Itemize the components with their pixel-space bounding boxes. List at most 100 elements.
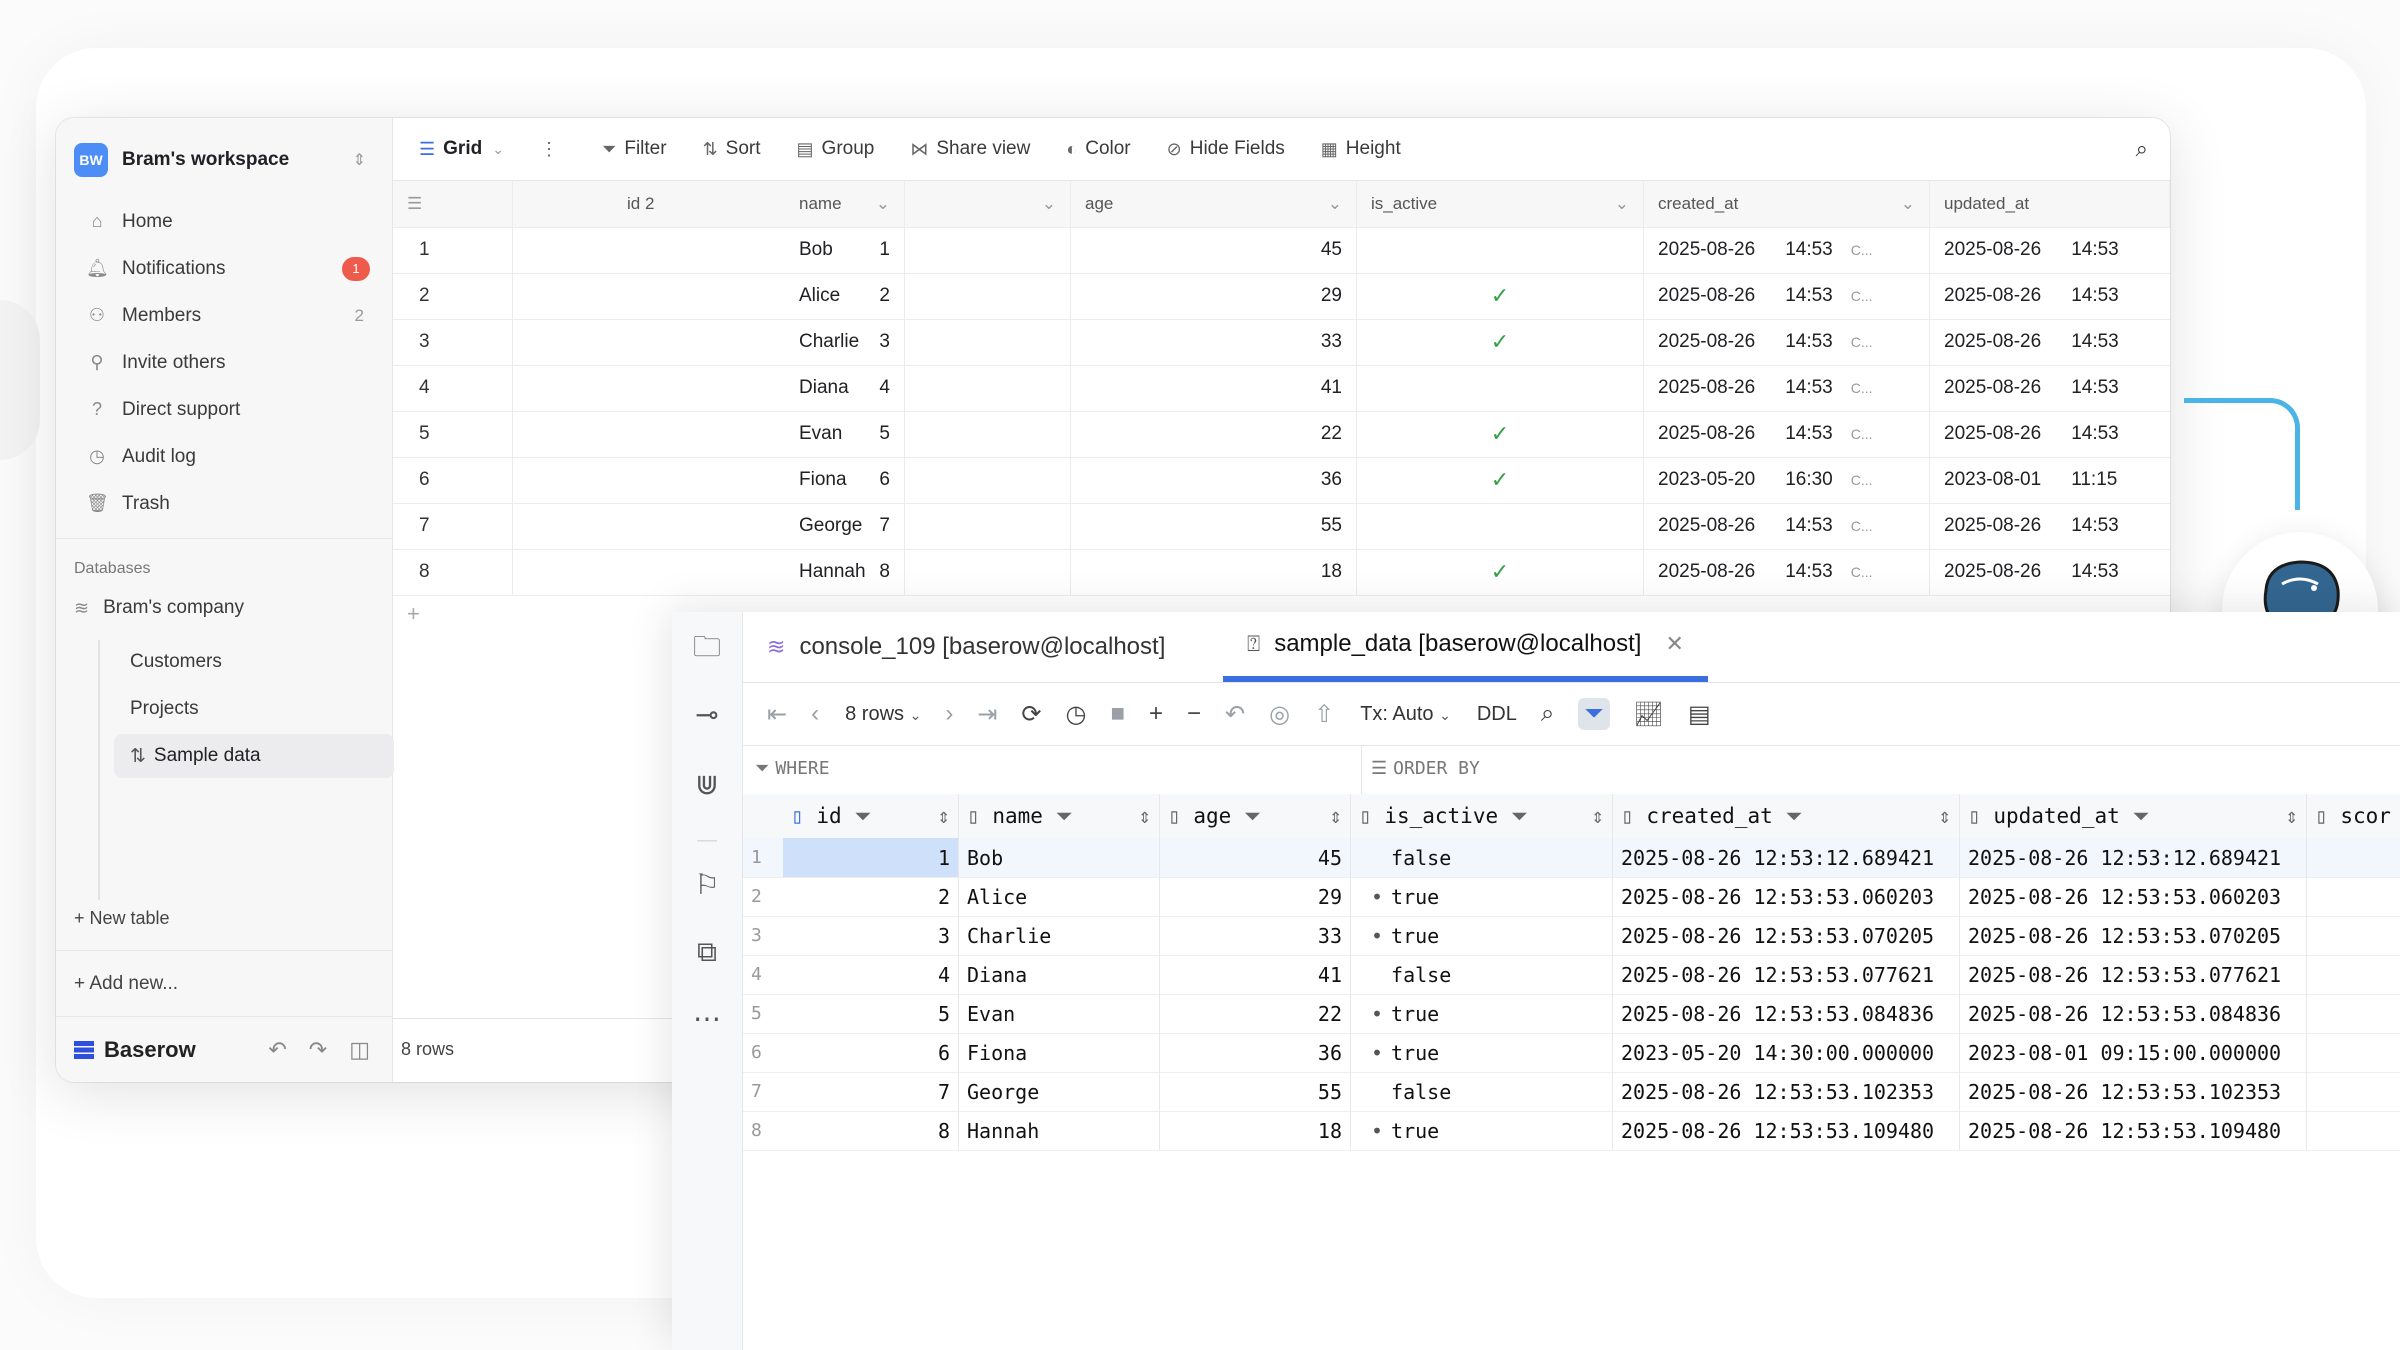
cell-created-at[interactable]: 2025-08-26 14:53 C...	[1644, 227, 1930, 273]
cell-updated-at[interactable]: 2025-08-26 14:53	[1930, 227, 2170, 273]
where-filter[interactable]: ⏷ WHERE	[755, 758, 830, 779]
cell-updated-at[interactable]: 2025-08-26 12:53:53.070205	[1960, 916, 2307, 955]
cell-created-at[interactable]: 2025-08-26 12:53:12.689421	[1613, 838, 1960, 877]
redo-icon[interactable]: ↷	[309, 1037, 327, 1063]
table-row[interactable]: 2 2 Alice 29 • true 2025-08-26 12:53:53.060203…	[743, 877, 2400, 917]
filter-toggle-icon[interactable]: ⏷	[1578, 698, 1610, 730]
cell-name[interactable]: Bob	[959, 838, 1160, 877]
table-row[interactable]: 7 7 George 55 2025-08-26 14:53 C... 2025-08-26 1…	[393, 503, 2170, 550]
cell-is-active[interactable]: •false	[1351, 1072, 1613, 1111]
undo-icon[interactable]: ↶	[268, 1037, 286, 1063]
result-column-created-at[interactable]: ▯ created_at ⏷ ⇕	[1613, 794, 1960, 838]
submit-icon[interactable]: ⇧	[1314, 700, 1334, 729]
cell-is-active[interactable]	[1357, 503, 1644, 549]
search-icon[interactable]: ⌕	[2136, 136, 2148, 162]
cell-updated-at[interactable]: 2025-08-26 14:53	[1930, 273, 2170, 319]
cell-name[interactable]: Bob	[785, 227, 1071, 273]
sort-button[interactable]: ⇅ Sort	[703, 138, 761, 160]
table-row[interactable]: 3 3 Charlie 33 • true 2025-08-26 12:53:53.0702…	[743, 916, 2400, 956]
column-header-created-at[interactable]: created_at ⌄	[1644, 181, 1930, 227]
column-header-name[interactable]: name ⌄	[785, 181, 1071, 227]
hide-fields-button[interactable]: ⊘ Hide Fields	[1167, 138, 1285, 160]
cell-updated-at[interactable]: 2025-08-26 14:53	[1930, 319, 2170, 365]
workspace-switcher[interactable]: BW Bram's workspace ⇕	[74, 130, 374, 190]
table-row[interactable]: 8 8 Hannah 18 ✓ 2025-08-26 14:53 C... 2025-08-26…	[393, 549, 2170, 596]
cell-score[interactable]	[2307, 1111, 2400, 1150]
delete-row-icon[interactable]: −	[1187, 700, 1201, 728]
sidebar-item-audit-log[interactable]: ◷ Audit log	[70, 433, 378, 480]
cell-age[interactable]: 41	[1071, 365, 1357, 411]
cell-created-at[interactable]: 2025-08-26 12:53:53.102353	[1613, 1072, 1960, 1111]
table-row[interactable]: 6 6 Fiona 36 ✓ 2023-05-20 16:30 C... 2023-08-01 1…	[393, 457, 2170, 504]
view-selector[interactable]: ☰ Grid ⌄	[419, 138, 504, 160]
cell-age[interactable]: 18	[1071, 549, 1357, 595]
cell-created-at[interactable]: 2025-08-26 14:53 C...	[1644, 411, 1930, 457]
cell-created-at[interactable]: 2025-08-26 12:53:53.109480	[1613, 1111, 1960, 1150]
refresh-icon[interactable]: ⟳	[1021, 700, 1041, 729]
cell-age[interactable]: 36	[1071, 457, 1357, 503]
cell-updated-at[interactable]: 2025-08-26 12:53:53.102353	[1960, 1072, 2307, 1111]
cell-updated-at[interactable]: 2025-08-26 12:53:53.084836	[1960, 994, 2307, 1033]
cell-created-at[interactable]: 2025-08-26 12:53:53.070205	[1613, 916, 1960, 955]
cell-id[interactable]: 8	[783, 1111, 959, 1150]
table-row[interactable]: 77George55•false2025-08-26 12:53:53.1023…	[743, 1072, 2400, 1112]
cell-name[interactable]: Evan	[785, 411, 1071, 457]
cell-created-at[interactable]: 2025-08-26 14:53 C...	[1644, 273, 1930, 319]
table-row[interactable]: 3 3 Charlie 33 ✓ 2025-08-26 14:53 C... 2025-08-2…	[393, 319, 2170, 366]
last-page-icon[interactable]: ⇥	[977, 700, 997, 729]
sidebar-item-notifications[interactable]: 🔔︎ Notifications 1	[70, 245, 378, 292]
cell-updated-at[interactable]: 2025-08-26 12:53:53.077621	[1960, 955, 2307, 994]
cell-age[interactable]: 33	[1071, 319, 1357, 365]
cell-name[interactable]: Charlie	[959, 916, 1160, 955]
result-column-updated-at[interactable]: ▯ updated_at ⏷ ⇕	[1960, 794, 2307, 838]
cell-name[interactable]: Fiona	[959, 1033, 1160, 1072]
cell-is-active[interactable]: • true	[1351, 877, 1613, 916]
cell-id[interactable]: 1	[783, 838, 959, 877]
table-row[interactable]: 5 5 Evan 22 • true 2025-08-26 12:53:53.084836 2…	[743, 994, 2400, 1034]
sidebar-item-invite[interactable]: ⚲ Invite others	[70, 339, 378, 386]
add-row-icon[interactable]: +	[1149, 700, 1163, 728]
cell-age[interactable]: 55	[1160, 1072, 1351, 1111]
cell-updated-at[interactable]: 2023-08-01 09:15:00.000000	[1960, 1033, 2307, 1072]
cell-name[interactable]: Fiona	[785, 457, 1071, 503]
cell-name[interactable]: Evan	[959, 994, 1160, 1033]
row-height-button[interactable]: ▦ Height	[1321, 138, 1401, 160]
prev-page-icon[interactable]: ‹	[811, 700, 819, 728]
result-column-score[interactable]: ▯ scor	[2307, 794, 2400, 838]
cell-is-active[interactable]: • true	[1351, 994, 1613, 1033]
cell-created-at[interactable]: 2025-08-26 14:53 C...	[1644, 319, 1930, 365]
table-row[interactable]: 4 4 Diana 41 2025-08-26 14:53 C... 2025-08-26 14…	[393, 365, 2170, 412]
table-row[interactable]: 5 5 Evan 22 ✓ 2025-08-26 14:53 C... 2025-08-26 14…	[393, 411, 2170, 458]
cell-age[interactable]: 41	[1160, 955, 1351, 994]
table-view-icon[interactable]: ▤	[1688, 700, 1711, 729]
tab-console[interactable]: ≋ console_109 [baserow@localhost]	[767, 612, 1165, 682]
cell-age[interactable]: 33	[1160, 916, 1351, 955]
cell-age[interactable]: 45	[1160, 838, 1351, 877]
sidebar-item-home[interactable]: ⌂ Home	[70, 198, 378, 245]
cell-name[interactable]: Alice	[959, 877, 1160, 916]
table-row[interactable]: 1 1 Bob 45 2025-08-26 14:53 C... 2025-08-26 14:5…	[393, 227, 2170, 274]
cell-is-active[interactable]	[1357, 227, 1644, 273]
cell-name[interactable]: George	[785, 503, 1071, 549]
cell-score[interactable]	[2307, 838, 2400, 877]
cell-updated-at[interactable]: 2025-08-26 14:53	[1930, 549, 2170, 595]
bookmark-icon[interactable]: ⚐	[690, 868, 724, 901]
collapse-sidebar-icon[interactable]: ◫	[349, 1037, 370, 1063]
column-header-is-active[interactable]: is_active ⌄	[1357, 181, 1644, 227]
cell-score[interactable]	[2307, 955, 2400, 994]
table-row[interactable]: 6 6 Fiona 36 • true 2023-05-20 14:30:00.000000…	[743, 1033, 2400, 1073]
cell-score[interactable]	[2307, 994, 2400, 1033]
chart-icon[interactable]: 📈︎	[1634, 700, 1664, 729]
cell-name[interactable]: Hannah	[785, 549, 1071, 595]
cell-updated-at[interactable]: 2025-08-26 12:53:53.060203	[1960, 877, 2307, 916]
preview-icon[interactable]: ◎	[1269, 700, 1290, 729]
cell-is-active[interactable]: ✓	[1357, 457, 1644, 503]
cell-created-at[interactable]: 2023-05-20 14:30:00.000000	[1613, 1033, 1960, 1072]
cell-updated-at[interactable]: 2025-08-26 14:53	[1930, 503, 2170, 549]
cell-updated-at[interactable]: 2025-08-26 14:53	[1930, 365, 2170, 411]
transaction-mode[interactable]: Tx: Auto ⌄	[1360, 703, 1451, 726]
cell-is-active[interactable]: • true	[1351, 916, 1613, 955]
cell-name[interactable]: Hannah	[959, 1111, 1160, 1150]
cell-age[interactable]: 45	[1071, 227, 1357, 273]
cell-is-active[interactable]: ✓	[1357, 411, 1644, 457]
